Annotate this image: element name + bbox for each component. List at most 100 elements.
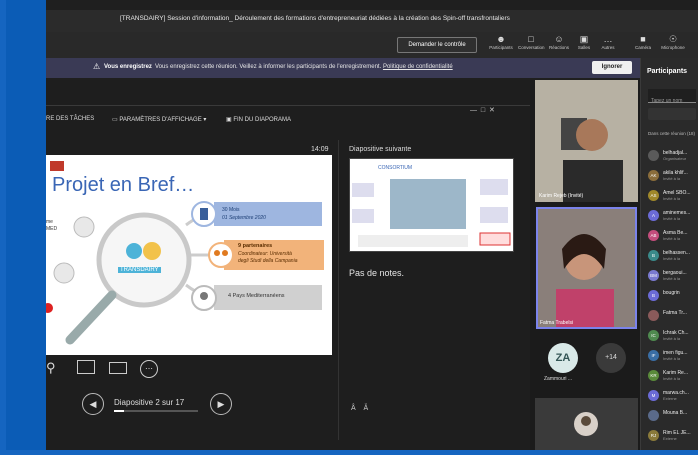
reactions-button[interactable]: ☺ Réactions <box>546 34 572 56</box>
video-2-name: Fatma Trabelsi <box>540 320 574 326</box>
next-slide-graphics <box>352 179 511 247</box>
participant-role: Invité à la <box>663 236 681 241</box>
privacy-policy-link[interactable]: Politique de confidentialité <box>383 64 453 70</box>
speaker-notes: Pas de notes. <box>349 268 405 278</box>
red-dot <box>43 303 53 313</box>
notice-message: Vous enregistrez cette réunion. Veillez … <box>155 64 382 70</box>
more-participants-badge[interactable]: +14 <box>596 343 626 373</box>
share-invite-button[interactable] <box>648 108 696 120</box>
rooms-icon: ▣ <box>579 34 589 44</box>
participant-avatar-icon: M <box>648 390 659 401</box>
slides-grid-icon[interactable] <box>109 362 127 374</box>
left-label-1: me <box>46 219 53 225</box>
participant-avatar-icon: B <box>648 250 659 261</box>
duration-box <box>214 202 322 226</box>
participant-avatar-icon: RJ <box>648 430 659 441</box>
video-1-graphics <box>535 80 638 202</box>
video-3-graphics <box>574 412 598 436</box>
request-control-button[interactable]: Demander le contrôle <box>397 37 477 53</box>
magnifier-handle <box>65 290 117 345</box>
display-settings-label: PARAMÈTRES D'AFFICHAGE ▾ <box>119 117 207 123</box>
desktop-background-strip <box>6 0 46 450</box>
participant-avatar-icon: IF <box>648 350 659 361</box>
window-title: [TRANSDAIRY] Session d'information_ Déro… <box>120 15 510 22</box>
video-tile-2[interactable] <box>536 207 637 329</box>
more-button[interactable]: … Autres <box>595 34 621 56</box>
microphone-button[interactable]: ☉ Microphone <box>660 34 686 56</box>
participant-role: Invité à la <box>663 196 681 201</box>
participant-role: Invité à la <box>663 216 681 221</box>
participant-role: Invité à la <box>663 276 681 281</box>
presentation-timer: 14:09 <box>311 146 329 153</box>
transdairy-logo-mark <box>126 243 142 259</box>
microphone-label: Microphone <box>661 45 685 50</box>
zoom-icon[interactable]: ⚲ <box>46 360 56 376</box>
participants-button[interactable]: ☻ Participants <box>488 34 514 56</box>
participant-role: Invité à la <box>663 256 681 261</box>
chat-button[interactable]: □ Conversation <box>518 34 545 56</box>
participant-avatar-icon: BM <box>648 270 659 281</box>
video-2-graphics <box>538 209 635 327</box>
participant-name: Mouna B... <box>663 410 688 416</box>
participant-avatar-icon <box>648 410 659 421</box>
slide-counter: Diapositive 2 sur 17 <box>114 398 185 407</box>
partners-text: 9 partenaires <box>238 243 273 249</box>
participant-name: bougrin <box>663 290 680 296</box>
next-slide-title: CONSORTIUM <box>378 165 413 171</box>
warning-icon: ⚠ <box>93 62 101 71</box>
duration-text: 30 Mois <box>222 207 240 213</box>
rooms-button[interactable]: ▣ Salles <box>571 34 597 56</box>
previous-slide-button[interactable]: ◀ <box>82 393 104 415</box>
eu-logo <box>50 161 64 171</box>
video-tile-1[interactable] <box>535 80 638 202</box>
next-slide-label: Diapositive suivante <box>349 146 412 153</box>
participant-search-input[interactable]: Tapez un nom <box>648 89 696 104</box>
recording-notice-text: Vous enregistrez cette réunion. Veillez … <box>155 64 453 70</box>
participant-avatar-icon <box>648 150 659 161</box>
participant-role: Externe <box>663 396 677 401</box>
end-slideshow-button[interactable]: ▣ FIN DU DIAPORAMA <box>226 116 291 123</box>
next-slide-button[interactable]: ▶ <box>210 393 232 415</box>
video-tile-3[interactable] <box>535 398 638 450</box>
ignore-button[interactable]: Ignorer <box>592 61 632 74</box>
participant-role: Organisateur <box>663 156 687 161</box>
participants-label: Participants <box>489 45 513 50</box>
decrease-font-icon[interactable]: Ǎ <box>363 405 368 412</box>
increase-font-icon[interactable]: Â <box>351 405 356 412</box>
participant-avatar-icon: AB <box>648 230 659 241</box>
camera-button[interactable]: ■ Caméra <box>630 34 656 56</box>
in-meeting-section: Dans cette réunion (18) <box>648 131 696 136</box>
slide-progress-fill <box>114 410 124 412</box>
coordinator-university-text: degli Studi della Campania <box>238 258 298 264</box>
recording-notice-title: Vous enregistrez <box>104 64 152 70</box>
camera-label: Caméra <box>634 45 651 50</box>
participant-role: Invité à la <box>663 376 681 381</box>
more-icon: … <box>603 34 613 44</box>
slide-title: Projet en Bref… <box>52 174 195 196</box>
next-slide-preview[interactable] <box>349 158 514 252</box>
video-1-name: Karim Rejeb (Invité) <box>539 193 584 199</box>
participant-avatar-icon: IC <box>648 330 659 341</box>
chat-label: Conversation <box>518 45 545 50</box>
participant-avatar-icon <box>648 310 659 321</box>
location-icon <box>200 292 208 300</box>
participant-avatar-icon: B <box>648 290 659 301</box>
participant-avatar-icon: A <box>648 210 659 221</box>
window-controls[interactable]: — □ ✕ <box>470 106 495 114</box>
pen-icon[interactable] <box>77 360 95 374</box>
hourglass-icon <box>200 208 208 220</box>
participant-avatar[interactable]: ZA <box>548 343 578 373</box>
participants-title: Participants <box>647 68 688 75</box>
countries-text: 4 Pays Mediterranéens <box>228 293 285 299</box>
taskbar-toggle[interactable]: RE DES TÂCHES <box>46 116 94 122</box>
more-label: Autres <box>601 45 615 50</box>
left-label-2: MED <box>46 226 58 232</box>
participant-search-placeholder: Tapez un nom <box>651 98 683 104</box>
more-options-icon[interactable]: ⋯ <box>140 360 158 378</box>
display-settings-button[interactable]: ▭ PARAMÈTRES D'AFFICHAGE ▾ <box>112 116 206 123</box>
start-date-text: 01 Septembre 2020 <box>222 215 266 221</box>
money-icon <box>53 262 75 284</box>
participant-role: Invité à la <box>663 336 681 341</box>
font-size-buttons[interactable]: Â Ǎ <box>351 405 368 412</box>
participant-role: Invité à la <box>663 356 681 361</box>
